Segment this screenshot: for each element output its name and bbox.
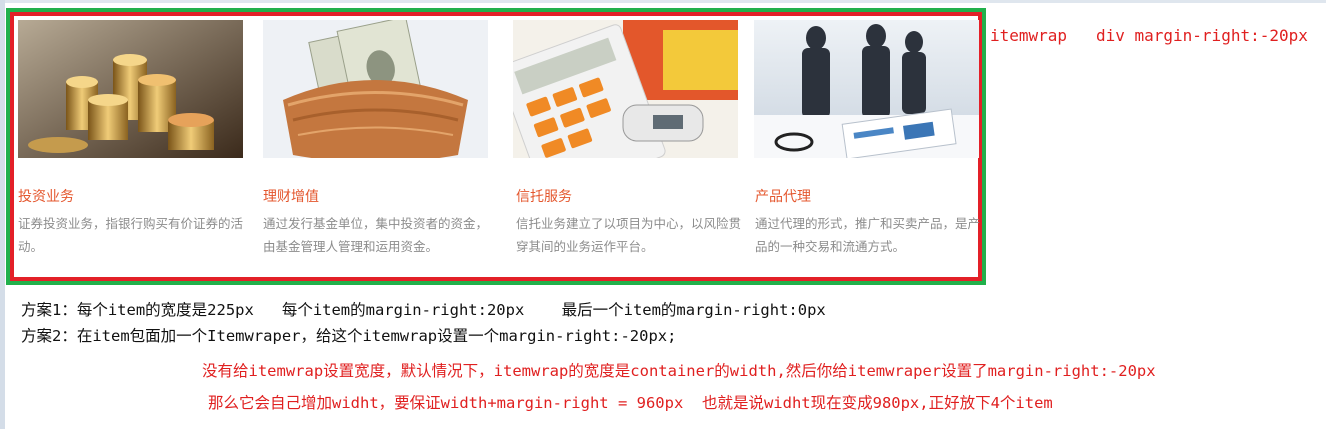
item-title[interactable]: 信托服务: [516, 186, 572, 206]
item-title[interactable]: 投资业务: [18, 186, 74, 206]
item-description: 证券投资业务，指银行购买有价证券的活动。: [18, 216, 244, 254]
plan-two-text: 方案2：在item包面加一个Itemwraper，给这个itemwrap设置一个…: [21, 327, 677, 345]
itemwrap-margin-note: itemwrap div margin-right:-20px: [990, 26, 1308, 45]
width-explanation-line1: 没有给itemwrap设置宽度，默认情况下，itemwrap的宽度是contai…: [202, 362, 1156, 380]
business-handshake-image: [754, 20, 979, 158]
gold-coins-image: [18, 20, 243, 158]
item-description: 通过代理的形式，推广和买卖产品，是产品的一种交易和流通方式。: [755, 216, 981, 254]
item-title[interactable]: 产品代理: [755, 186, 811, 206]
item-trust[interactable]: 信托服务 信托业务建立了以项目为中心，以风险贯穿其间的业务运作平台。: [513, 20, 741, 254]
item-title[interactable]: 理财增值: [263, 186, 319, 206]
dollar-nest-image: [263, 20, 488, 158]
item-wealth[interactable]: 理财增值 通过发行基金单位，集中投资者的资金，由基金管理人管理和运用资金。: [263, 20, 488, 254]
plan-one-text: 方案1：每个item的宽度是225px 每个item的margin-right:…: [21, 301, 826, 319]
width-explanation-line2: 那么它会自己增加widht，要保证width+margin-right = 96…: [208, 394, 1053, 412]
calculator-image: [513, 20, 738, 158]
top-edge-strip: [0, 0, 1326, 3]
item-description: 信托业务建立了以项目为中心，以风险贯穿其间的业务运作平台。: [516, 216, 742, 254]
item-agency[interactable]: 产品代理 通过代理的形式，推广和买卖产品，是产品的一种交易和流通方式。: [754, 20, 980, 254]
item-description: 通过发行基金单位，集中投资者的资金，由基金管理人管理和运用资金。: [263, 216, 489, 254]
left-edge-strip: [0, 0, 5, 429]
item-investment[interactable]: 投资业务 证券投资业务，指银行购买有价证券的活动。: [18, 20, 243, 254]
